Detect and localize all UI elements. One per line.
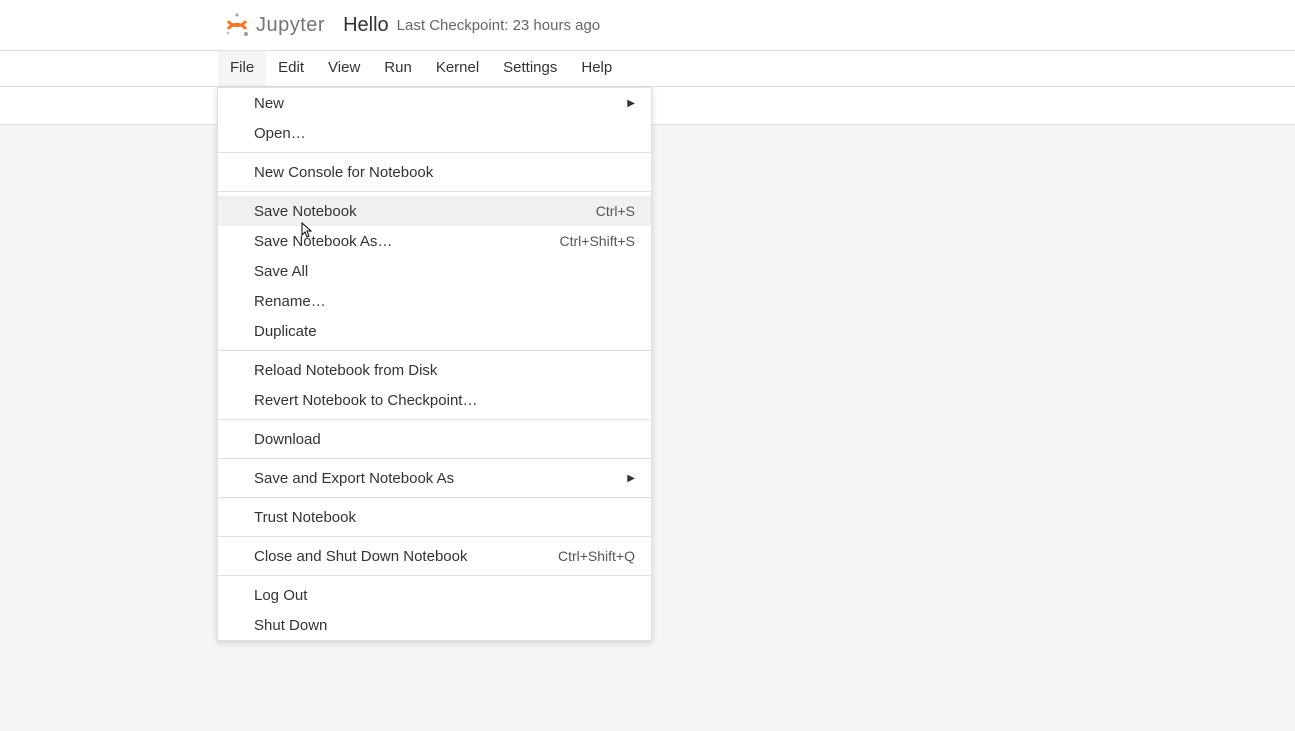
menu-separator (218, 458, 651, 459)
menu-item-label: Shut Down (254, 617, 635, 634)
file-menu-save-all[interactable]: Save All (218, 256, 651, 286)
jupyter-icon (224, 12, 250, 38)
menu-separator (218, 152, 651, 153)
menu-run[interactable]: Run (372, 51, 424, 86)
menu-help[interactable]: Help (569, 51, 624, 86)
menu-separator (218, 350, 651, 351)
menu-item-label: Open… (254, 125, 635, 142)
file-menu-dropdown: New▶Open…New Console for NotebookSave No… (217, 87, 652, 641)
file-menu-save-and-export-notebook-as[interactable]: Save and Export Notebook As▶ (218, 463, 651, 493)
notebook-name[interactable]: Hello (343, 14, 389, 37)
logo-text: Jupyter (256, 14, 325, 37)
menu-separator (218, 536, 651, 537)
menu-separator (218, 191, 651, 192)
submenu-arrow-icon: ▶ (627, 98, 635, 109)
menu-separator (218, 419, 651, 420)
file-menu-download[interactable]: Download (218, 424, 651, 454)
file-menu-new-console-for-notebook[interactable]: New Console for Notebook (218, 157, 651, 187)
menu-item-label: New (254, 95, 627, 112)
menu-item-label: Close and Shut Down Notebook (254, 548, 558, 565)
file-menu-save-notebook[interactable]: Save NotebookCtrl+S (218, 196, 651, 226)
file-menu-open[interactable]: Open… (218, 118, 651, 148)
file-menu-save-notebook-as[interactable]: Save Notebook As…Ctrl+Shift+S (218, 226, 651, 256)
menu-view[interactable]: View (316, 51, 372, 86)
checkpoint-text: Last Checkpoint: 23 hours ago (397, 17, 600, 34)
menu-item-label: Save All (254, 263, 635, 280)
menu-kernel[interactable]: Kernel (424, 51, 491, 86)
menu-item-label: Rename… (254, 293, 635, 310)
menu-item-shortcut: Ctrl+S (596, 203, 635, 219)
file-menu-log-out[interactable]: Log Out (218, 580, 651, 610)
menu-item-shortcut: Ctrl+Shift+S (560, 233, 635, 249)
menu-item-label: Trust Notebook (254, 509, 635, 526)
menu-item-label: Save Notebook (254, 203, 596, 220)
menu-item-label: Revert Notebook to Checkpoint… (254, 392, 635, 409)
menu-item-label: New Console for Notebook (254, 164, 635, 181)
file-menu-rename[interactable]: Rename… (218, 286, 651, 316)
menu-separator (218, 575, 651, 576)
menu-item-label: Save Notebook As… (254, 233, 560, 250)
menu-item-label: Log Out (254, 587, 635, 604)
menu-file[interactable]: File (218, 51, 266, 86)
menubar: File Edit View Run Kernel Settings Help (0, 51, 1295, 87)
submenu-arrow-icon: ▶ (627, 473, 635, 484)
header: Jupyter Hello Last Checkpoint: 23 hours … (0, 0, 1295, 51)
file-menu-reload-notebook-from-disk[interactable]: Reload Notebook from Disk (218, 355, 651, 385)
menu-separator (218, 497, 651, 498)
file-menu-trust-notebook[interactable]: Trust Notebook (218, 502, 651, 532)
file-menu-shut-down[interactable]: Shut Down (218, 610, 651, 640)
logo[interactable]: Jupyter (224, 12, 325, 38)
menu-item-label: Save and Export Notebook As (254, 470, 627, 487)
menu-edit[interactable]: Edit (266, 51, 316, 86)
menu-item-label: Download (254, 431, 635, 448)
menu-settings[interactable]: Settings (491, 51, 569, 86)
menu-item-label: Duplicate (254, 323, 635, 340)
file-menu-close-and-shut-down-notebook[interactable]: Close and Shut Down NotebookCtrl+Shift+Q (218, 541, 651, 571)
menu-item-label: Reload Notebook from Disk (254, 362, 635, 379)
file-menu-duplicate[interactable]: Duplicate (218, 316, 651, 346)
menu-item-shortcut: Ctrl+Shift+Q (558, 548, 635, 564)
file-menu-revert-notebook-to-checkpoint[interactable]: Revert Notebook to Checkpoint… (218, 385, 651, 415)
file-menu-new[interactable]: New▶ (218, 88, 651, 118)
